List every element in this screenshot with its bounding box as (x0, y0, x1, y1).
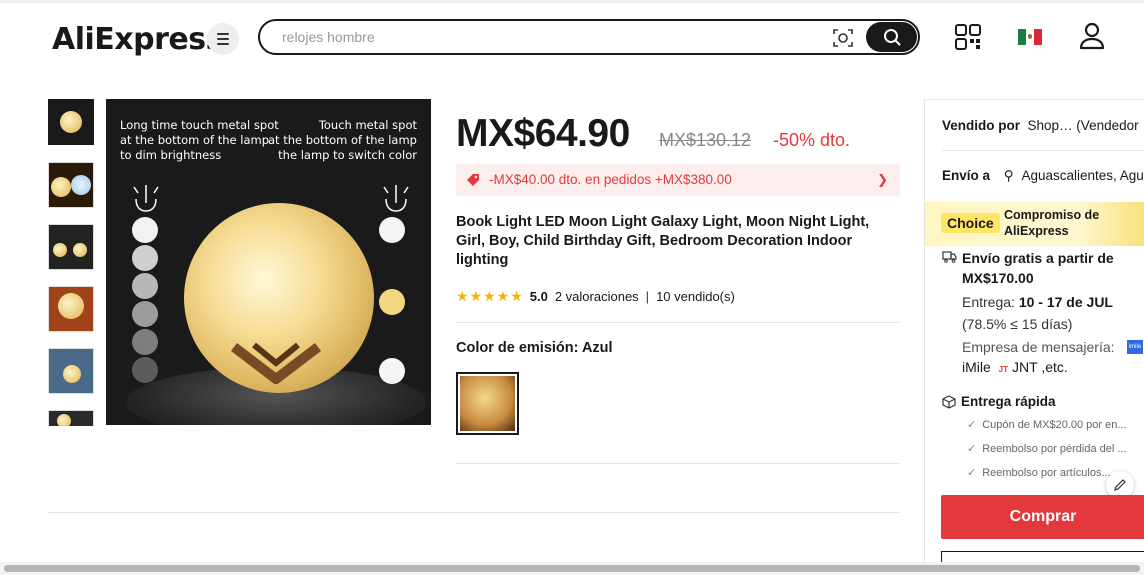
thumbnail-1[interactable] (48, 99, 94, 145)
benefit-loss-refund: ✓ Reembolso por pérdida del ... (967, 443, 1127, 455)
wooden-stand (230, 342, 322, 384)
choice-commitment: Compromiso de AliExpress (1004, 208, 1100, 238)
touch-hand-icon-left (133, 185, 159, 212)
jnt-logo-icon: JT (998, 365, 1009, 374)
tag-icon (467, 174, 479, 186)
delivery-estimate: Entrega: 10 - 17 de JUL (78.5% ≤ 15 días… (962, 294, 1113, 332)
location-pin-icon: ⚲ (1003, 168, 1014, 183)
benefit-coupon: ✓ Cupón de MX$20.00 por en... (967, 419, 1127, 431)
header: AliExpress (0, 0, 1144, 76)
chevron-right-icon: ❯ (877, 172, 888, 187)
menu-icon (217, 33, 229, 35)
touch-hand-icon-right (383, 185, 409, 212)
scrollbar-thumb[interactable] (4, 565, 1140, 572)
current-price: MX$64.90 (456, 112, 630, 155)
package-icon (942, 394, 956, 409)
thumbnail-4[interactable] (48, 286, 94, 332)
search-icon (883, 29, 900, 46)
qr-code-icon[interactable] (955, 24, 981, 50)
thumbnail-3[interactable] (48, 224, 94, 270)
product-title: Book Light LED Moon Light Galaxy Light, … (456, 214, 870, 268)
search-input[interactable] (282, 27, 802, 47)
horizontal-scrollbar[interactable] (0, 562, 1144, 575)
image-search-icon[interactable] (832, 27, 854, 49)
free-shipping-text: Envío gratis a partir de MX$170.00 (962, 250, 1114, 286)
aliexpress-logo[interactable]: AliExpress (52, 22, 223, 57)
thumbnail-6[interactable] (48, 410, 94, 426)
rating-row: ★★★★★ 5.0 2 valoraciones | 10 vendido(s) (456, 287, 735, 304)
imile-logo-icon: imile (1127, 340, 1143, 354)
truck-icon (942, 251, 957, 263)
check-icon: ✓ (967, 443, 977, 455)
coupon-banner[interactable]: -MX$40.00 dto. en pedidos +MX$380.00 ❯ (456, 164, 900, 196)
mexico-flag-icon[interactable] (1018, 29, 1042, 45)
discount-badge: -50% dto. (773, 130, 851, 150)
color-label: Color de emisión: Azul (456, 340, 613, 356)
user-account-icon[interactable] (1079, 22, 1105, 50)
search-bar (258, 19, 920, 55)
image-caption-right: Touch metal spot at the bottom of the la… (267, 118, 417, 162)
choice-banner: Choice Compromiso de AliExpress (925, 202, 1144, 246)
color-swatch-azul[interactable] (456, 372, 519, 435)
menu-button[interactable] (207, 23, 239, 55)
fast-delivery-row[interactable]: Entrega rápida (942, 394, 1056, 409)
choice-badge: Choice (941, 213, 1000, 233)
rating-score: 5.0 (529, 288, 548, 304)
reviews-link[interactable]: 2 valoraciones (555, 289, 639, 304)
divider (456, 322, 900, 323)
logo-text: AliExpress (52, 22, 223, 57)
thumbnail-5[interactable] (48, 348, 94, 394)
coupon-text: -MX$40.00 dto. en pedidos +MX$380.00 (489, 172, 732, 187)
star-rating-icon: ★★★★★ (456, 287, 524, 304)
original-price: MX$130.12 (659, 130, 752, 150)
buy-button[interactable]: Comprar (941, 495, 1144, 539)
image-caption-left: Long time touch metal spot at the bottom… (120, 118, 279, 162)
check-icon: ✓ (967, 467, 977, 479)
thumbnail-2[interactable] (48, 162, 94, 208)
carrier-info: Empresa de mensajería: iMile JT JNT ,etc. (962, 337, 1144, 380)
sold-count: 10 vendido(s) (656, 288, 735, 304)
check-icon: ✓ (967, 419, 977, 431)
divider (48, 512, 900, 513)
sold-by-row[interactable]: Vendido por Shop… (Vendedor (942, 118, 1139, 133)
main-product-image[interactable]: Long time touch metal spot at the bottom… (106, 99, 431, 425)
divider (456, 463, 900, 464)
ship-to-row[interactable]: Envío a ⚲ Aguascalientes, Agu (942, 168, 1144, 184)
search-button[interactable] (866, 22, 917, 52)
purchase-panel: Vendido por Shop… (Vendedor Envío a ⚲ Ag… (924, 99, 1144, 575)
